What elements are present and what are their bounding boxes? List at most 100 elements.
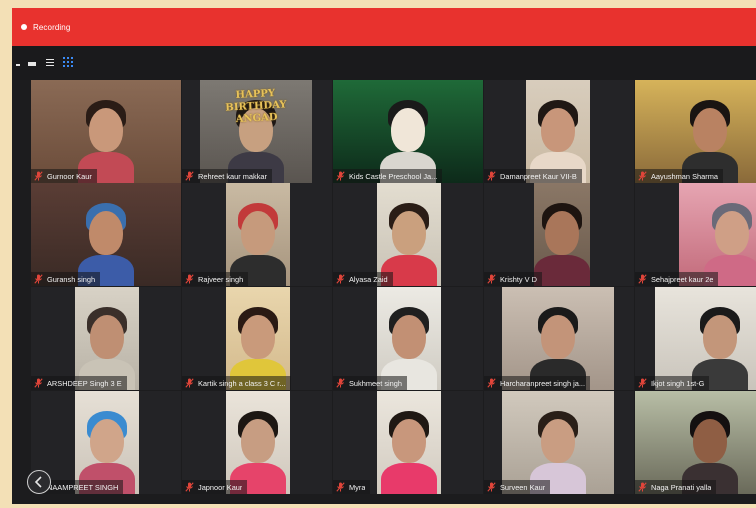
participant-name-bar: Guransh singh xyxy=(31,272,101,286)
participant-tile[interactable]: Naga Pranati yalla xyxy=(635,391,756,494)
birthday-banner: HAPPY BIRTHDAY ANGAD xyxy=(225,87,287,126)
participant-video xyxy=(75,391,139,494)
participant-video xyxy=(333,80,483,183)
participant-video xyxy=(226,287,290,390)
participant-name: Sukhmeet singh xyxy=(349,378,402,388)
participant-tile[interactable]: ARSHDEEP Singh 3 E xyxy=(31,287,181,390)
participant-video xyxy=(75,287,139,390)
participant-tile[interactable]: Rajveer singh xyxy=(182,183,332,286)
muted-mic-icon xyxy=(487,378,496,388)
participant-video xyxy=(655,287,756,390)
muted-mic-icon xyxy=(336,171,345,181)
participant-tile[interactable]: Guransh singh xyxy=(31,183,181,286)
participant-name-bar: Alyasa Zaid xyxy=(333,272,393,286)
previous-page-button[interactable] xyxy=(27,470,51,494)
participant-name: Sehajpreet kaur 2e xyxy=(651,274,714,284)
participant-name: Krishty V D xyxy=(500,274,537,284)
participant-name: ARSHDEEP Singh 3 E xyxy=(47,378,122,388)
muted-mic-icon xyxy=(185,171,194,181)
participant-video xyxy=(226,183,290,286)
participant-tile[interactable]: Aayushman Sharma xyxy=(635,80,756,183)
participant-name: Gurnoor Kaur xyxy=(47,171,92,181)
muted-mic-icon xyxy=(638,378,647,388)
participant-name: Rehreet kaur makkar xyxy=(198,171,268,181)
participant-name: Myra xyxy=(349,482,366,492)
participant-video xyxy=(31,80,181,183)
participant-name: Kartik singh a class 3 C r... xyxy=(198,378,286,388)
chevron-left-icon xyxy=(34,476,42,488)
muted-mic-icon xyxy=(34,171,43,181)
muted-mic-icon xyxy=(638,482,647,492)
participant-name: Alyasa Zaid xyxy=(349,274,388,284)
meeting-window: Recording Gurnoor Kaur HAPPY BIRTHDAY ANG… xyxy=(12,8,756,504)
muted-mic-icon xyxy=(638,274,647,284)
participant-name: Harcharanpreet singh ja... xyxy=(500,378,586,388)
participant-tile[interactable]: Ikjot singh 1st-G xyxy=(635,287,756,390)
participant-name: Ikjot singh 1st-G xyxy=(651,378,705,388)
participant-name-bar: Surveen Kaur xyxy=(484,480,551,494)
participant-name: Surveen Kaur xyxy=(500,482,546,492)
muted-mic-icon xyxy=(34,274,43,284)
participant-tile[interactable]: Harcharanpreet singh ja... xyxy=(484,287,634,390)
participant-name: Rajveer singh xyxy=(198,274,244,284)
participant-video xyxy=(226,391,290,494)
participant-video xyxy=(31,183,181,286)
participant-tile[interactable]: Kartik singh a class 3 C r... xyxy=(182,287,332,390)
participant-name-bar: Rehreet kaur makkar xyxy=(182,169,273,183)
participant-video xyxy=(377,391,441,494)
participant-video xyxy=(502,391,614,494)
muted-mic-icon xyxy=(487,171,496,181)
participant-name: NAAMPREET SINGH xyxy=(47,482,119,492)
participant-video xyxy=(377,183,441,286)
participant-video: HAPPY BIRTHDAY ANGAD xyxy=(200,80,312,183)
participant-name: Aayushman Sharma xyxy=(651,171,718,181)
participant-tile[interactable]: Alyasa Zaid xyxy=(333,183,483,286)
participant-name: Naga Pranati yalla xyxy=(651,482,712,492)
participant-tile[interactable]: Sehajpreet kaur 2e xyxy=(635,183,756,286)
muted-mic-icon xyxy=(336,482,345,492)
participant-name-bar: Rajveer singh xyxy=(182,272,249,286)
participant-name-bar: Sukhmeet singh xyxy=(333,376,407,390)
muted-mic-icon xyxy=(336,378,345,388)
muted-mic-icon xyxy=(487,482,496,492)
participant-video xyxy=(502,287,614,390)
participant-tile[interactable]: Japnoor Kaur xyxy=(182,391,332,494)
participant-tile[interactable]: Sukhmeet singh xyxy=(333,287,483,390)
participant-name-bar: Damanpreet Kaur VII-B xyxy=(484,169,582,183)
participant-tile[interactable]: HAPPY BIRTHDAY ANGAD Rehreet kaur makkar xyxy=(182,80,332,183)
participant-video xyxy=(534,183,590,286)
participant-name: Guransh singh xyxy=(47,274,96,284)
muted-mic-icon xyxy=(487,274,496,284)
participant-name: Japnoor Kaur xyxy=(198,482,243,492)
participant-name-bar: Naga Pranati yalla xyxy=(635,480,717,494)
muted-mic-icon xyxy=(336,274,345,284)
participant-grid: Gurnoor Kaur HAPPY BIRTHDAY ANGAD Rehreet … xyxy=(12,8,756,504)
muted-mic-icon xyxy=(638,171,647,181)
participant-name-bar: Kids Castle Preschool Ja... xyxy=(333,169,443,183)
participant-tile[interactable]: Myra xyxy=(333,391,483,494)
participant-tile[interactable]: Surveen Kaur xyxy=(484,391,634,494)
participant-name-bar: Harcharanpreet singh ja... xyxy=(484,376,591,390)
participant-tile[interactable]: Damanpreet Kaur VII-B xyxy=(484,80,634,183)
participant-video xyxy=(635,80,756,183)
participant-name-bar: Japnoor Kaur xyxy=(182,480,248,494)
participant-tile[interactable]: NAAMPREET SINGH xyxy=(31,391,181,494)
participant-tile[interactable]: Kids Castle Preschool Ja... xyxy=(333,80,483,183)
participant-name-bar: Kartik singh a class 3 C r... xyxy=(182,376,291,390)
participant-tile[interactable]: Gurnoor Kaur xyxy=(31,80,181,183)
muted-mic-icon xyxy=(185,482,194,492)
participant-name-bar: Krishty V D xyxy=(484,272,542,286)
participant-video xyxy=(377,287,441,390)
participant-name-bar: Sehajpreet kaur 2e xyxy=(635,272,719,286)
participant-name-bar: Ikjot singh 1st-G xyxy=(635,376,710,390)
muted-mic-icon xyxy=(185,378,194,388)
participant-video xyxy=(679,183,756,286)
participant-name-bar: Myra xyxy=(333,480,371,494)
participant-name: Kids Castle Preschool Ja... xyxy=(349,171,438,181)
participant-tile[interactable]: Krishty V D xyxy=(484,183,634,286)
participant-name-bar: Gurnoor Kaur xyxy=(31,169,97,183)
participant-video xyxy=(526,80,590,183)
muted-mic-icon xyxy=(34,378,43,388)
participant-name-bar: Aayushman Sharma xyxy=(635,169,723,183)
participant-name: Damanpreet Kaur VII-B xyxy=(500,171,577,181)
